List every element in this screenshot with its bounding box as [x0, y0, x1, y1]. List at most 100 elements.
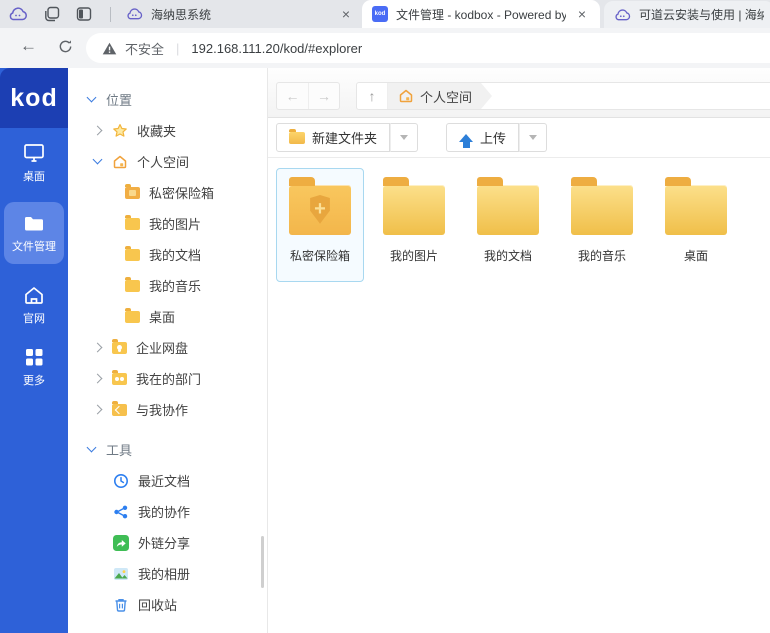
tab-strip: 海纳思系统 × kod 文件管理 - kodbox - Powered by ×… [0, 0, 770, 28]
folder-lock-icon [125, 187, 140, 199]
browser-tab-hinas[interactable]: 海纳思系统 × [126, 0, 354, 28]
browser-cloud-icon[interactable] [8, 7, 28, 21]
folder-icon [289, 132, 305, 144]
chevron-right-icon[interactable] [93, 405, 103, 415]
folder-user-icon [112, 342, 127, 354]
tree-label: 我的音乐 [149, 276, 201, 295]
tree-label: 回收站 [138, 595, 177, 614]
home-icon [4, 284, 64, 306]
browser-tab-kodbox-active[interactable]: kod 文件管理 - kodbox - Powered by × [362, 0, 600, 28]
chevron-down-icon[interactable] [87, 443, 97, 453]
new-folder-button-group: 新建文件夹 [276, 123, 418, 152]
history-back-button[interactable]: ← [277, 83, 308, 109]
tree-section-tools[interactable]: 工具 [68, 434, 267, 465]
rail-item-label: 官网 [4, 310, 64, 326]
tree-label: 我的相册 [138, 564, 190, 583]
home-icon [112, 154, 128, 170]
browser-back-icon[interactable]: ← [20, 36, 37, 56]
chevron-right-icon[interactable] [93, 343, 103, 353]
tree-item-my-music[interactable]: 我的音乐 [68, 270, 267, 301]
tree-item-personal-space[interactable]: 个人空间 [68, 146, 267, 177]
chevron-down-icon[interactable] [87, 93, 97, 103]
folder-share-icon [112, 404, 127, 416]
folder-icon [125, 280, 140, 292]
tree-item-my-documents[interactable]: 我的文档 [68, 239, 267, 270]
toolbar: 新建文件夹 上传 [268, 118, 770, 158]
security-label[interactable]: 不安全 [125, 39, 164, 58]
rail-item-label: 桌面 [4, 168, 64, 184]
file-tile-my-documents[interactable]: 我的文档 [464, 168, 552, 282]
tab-close-icon[interactable]: × [338, 6, 354, 22]
tree-item-recycle-bin[interactable]: 回收站 [68, 589, 267, 620]
tree-item-company-drive[interactable]: 企业网盘 [68, 332, 267, 363]
breadcrumb-bar: ← → ↑ 个人空间 [268, 68, 770, 118]
tree-label: 我的协作 [138, 502, 190, 521]
tree-label: 收藏夹 [137, 121, 176, 140]
new-folder-label: 新建文件夹 [312, 128, 377, 147]
folder-icon [125, 311, 140, 323]
file-tile-my-pictures[interactable]: 我的图片 [370, 168, 458, 282]
star-icon [112, 123, 128, 139]
upload-button[interactable]: 上传 [446, 123, 519, 152]
tab-close-icon[interactable]: × [574, 6, 590, 22]
folder-icon [125, 218, 140, 230]
browser-chrome: 海纳思系统 × kod 文件管理 - kodbox - Powered by ×… [0, 0, 770, 68]
file-tile-safe-box[interactable]: + 私密保险箱 [276, 168, 364, 282]
rail-item-website[interactable]: 官网 [4, 284, 64, 326]
path-box: ↑ 个人空间 [356, 82, 770, 110]
tree-item-recent-docs[interactable]: 最近文档 [68, 465, 267, 496]
folder-icon [665, 185, 727, 235]
tree-item-shared-with-me[interactable]: 与我协作 [68, 394, 267, 425]
file-name: 我的音乐 [578, 247, 626, 264]
url-text[interactable]: 192.168.111.20/kod/#explorer [191, 41, 362, 56]
browser-tab-kodcloud-docs[interactable]: 可道云安装与使用 | 海纳思 [604, 1, 770, 28]
file-tile-desktop[interactable]: 桌面 [652, 168, 740, 282]
tree-item-my-collaboration[interactable]: 我的协作 [68, 496, 267, 527]
upload-label: 上传 [480, 128, 506, 147]
cloud-favicon-icon [126, 8, 143, 20]
chevron-right-icon[interactable] [93, 126, 103, 136]
upload-dropdown-button[interactable] [519, 123, 547, 152]
tree-item-desktop[interactable]: 桌面 [68, 301, 267, 332]
tree-item-safe-box[interactable]: 私密保险箱 [68, 177, 267, 208]
tree-section-location[interactable]: 位置 [68, 84, 267, 115]
tree-item-external-share[interactable]: 外链分享 [68, 527, 267, 558]
rail-item-desktop[interactable]: 桌面 [4, 142, 64, 184]
folder-icon [571, 185, 633, 235]
tree-label: 我在的部门 [136, 369, 201, 388]
rail-item-file-manager[interactable]: 文件管理 [4, 202, 64, 264]
history-forward-button[interactable]: → [308, 83, 339, 109]
new-folder-dropdown-button[interactable] [390, 123, 418, 152]
vertical-tabs-icon[interactable] [76, 6, 92, 22]
sidebar-tree: 位置 收藏夹 个人空间 私密保险箱 我的图片 我的文档 [68, 68, 268, 633]
trash-icon [113, 597, 129, 613]
up-level-button[interactable]: ↑ [357, 83, 388, 109]
address-bar[interactable]: 不安全 | 192.168.111.20/kod/#explorer [86, 33, 770, 63]
rail-item-label: 更多 [4, 372, 64, 388]
tree-label: 外链分享 [138, 533, 190, 552]
tree-item-my-department[interactable]: 我在的部门 [68, 363, 267, 394]
tree-section-file-types[interactable]: 文件类型 [68, 629, 267, 633]
breadcrumb-segment-personal-space[interactable]: 个人空间 [388, 83, 492, 109]
breadcrumb-label: 个人空间 [420, 87, 472, 106]
new-folder-button[interactable]: 新建文件夹 [276, 123, 390, 152]
browser-refresh-icon[interactable] [58, 39, 73, 54]
chevron-down-icon[interactable] [93, 155, 103, 165]
tree-item-my-albums[interactable]: 我的相册 [68, 558, 267, 589]
chevron-right-icon[interactable] [93, 374, 103, 384]
tree-scrollbar[interactable] [261, 536, 264, 588]
file-name: 我的图片 [390, 247, 438, 264]
kod-logo[interactable]: kod [0, 68, 68, 128]
tree-item-favorites[interactable]: 收藏夹 [68, 115, 267, 146]
tree-label: 我的文档 [149, 245, 201, 264]
upload-button-group: 上传 [446, 123, 547, 152]
tree-label: 个人空间 [137, 152, 189, 171]
rail-item-more[interactable]: 更多 [4, 346, 64, 388]
share-icon [113, 504, 129, 520]
tree-item-my-pictures[interactable]: 我的图片 [68, 208, 267, 239]
folder-users-icon [112, 373, 127, 385]
tab-layers-icon[interactable] [44, 6, 60, 22]
tree-label: 与我协作 [136, 400, 188, 419]
shield-plus-icon: + [307, 195, 333, 225]
file-tile-my-music[interactable]: 我的音乐 [558, 168, 646, 282]
